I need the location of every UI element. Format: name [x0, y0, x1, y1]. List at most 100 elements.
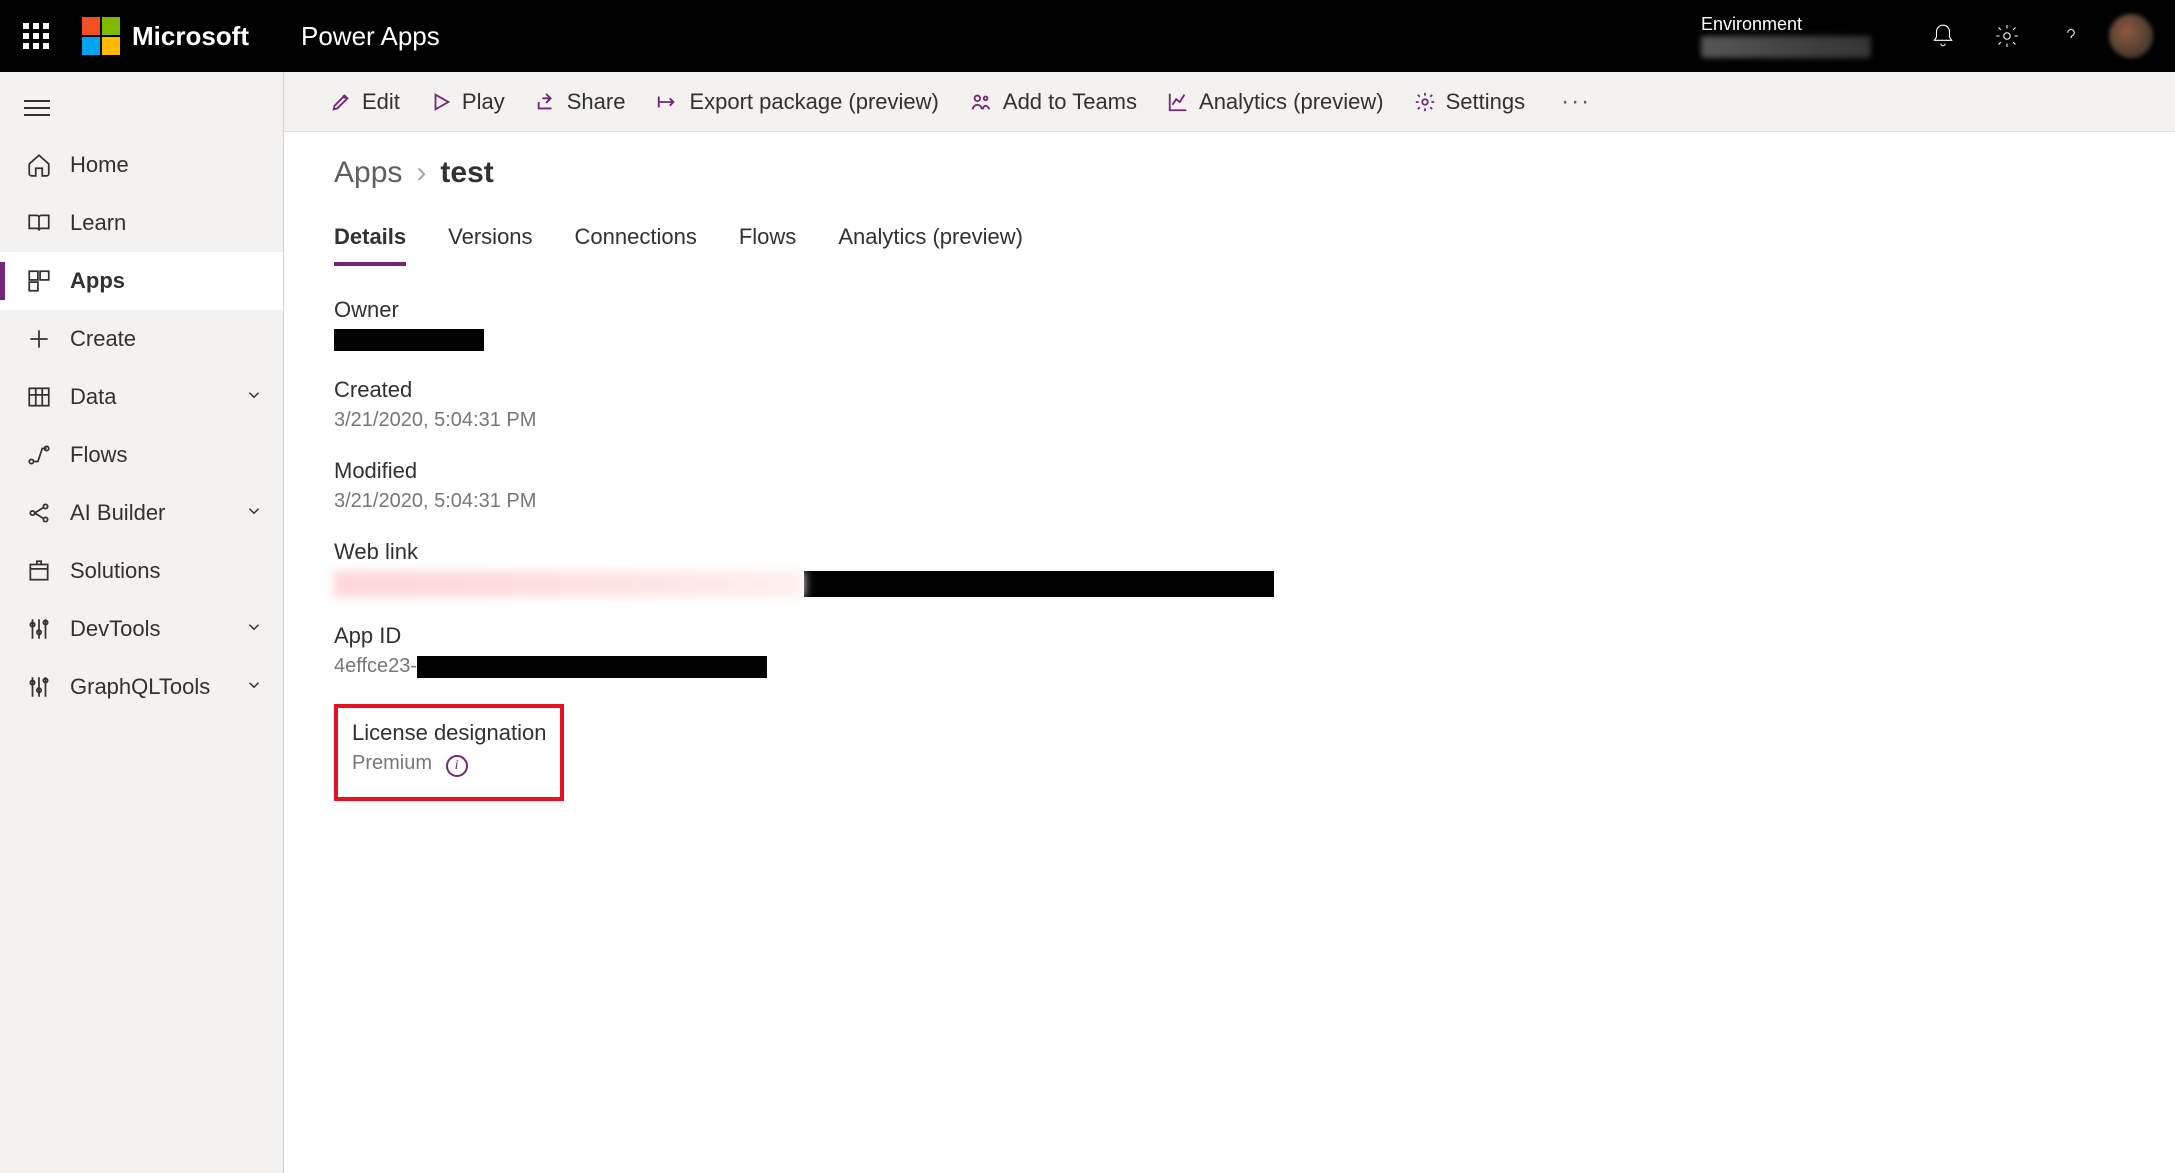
sidebar-item-solutions[interactable]: Solutions [0, 542, 283, 600]
breadcrumb-current: test [440, 156, 493, 190]
sliders-icon [26, 616, 52, 642]
tab-details[interactable]: Details [334, 224, 406, 266]
hamburger-icon [24, 100, 50, 116]
sidebar-item-devtools[interactable]: DevTools [0, 600, 283, 658]
appid-label: App ID [334, 623, 1334, 649]
sidebar-item-label: Home [70, 152, 129, 178]
top-bar: Microsoft Power Apps Environment [0, 0, 2175, 72]
gear-icon [1994, 23, 2020, 49]
gear-icon [1414, 91, 1436, 113]
export-icon [655, 91, 679, 113]
waffle-icon [23, 23, 49, 49]
cmd-label: Export package (preview) [689, 89, 938, 115]
appid-value: 4effce23- [334, 655, 1334, 678]
sidebar-item-ai-builder[interactable]: AI Builder [0, 484, 283, 542]
chevron-down-icon [245, 384, 263, 410]
tab-connections[interactable]: Connections [575, 224, 697, 266]
book-icon [26, 210, 52, 236]
chevron-right-icon: › [416, 156, 426, 190]
sidebar-item-label: DevTools [70, 616, 160, 642]
help-button[interactable] [2039, 4, 2103, 68]
chevron-down-icon [245, 500, 263, 526]
sidebar-item-label: Flows [70, 442, 127, 468]
flow-icon [26, 442, 52, 468]
chart-icon [1167, 91, 1189, 113]
sidebar-item-label: GraphQLTools [70, 674, 210, 700]
owner-label: Owner [334, 297, 1334, 323]
weblink-label: Web link [334, 539, 1334, 565]
sidebar-item-create[interactable]: Create [0, 310, 283, 368]
microsoft-logo: Microsoft [72, 17, 249, 55]
settings-gear-button[interactable] [1975, 4, 2039, 68]
teams-icon [969, 91, 993, 113]
home-icon [26, 152, 52, 178]
sidebar-collapse-button[interactable] [0, 80, 283, 136]
sidebar-item-label: Create [70, 326, 136, 352]
play-button[interactable]: Play [430, 89, 505, 115]
weblink-value-blurred [334, 571, 804, 597]
export-package-button[interactable]: Export package (preview) [655, 89, 938, 115]
plus-icon [26, 326, 52, 352]
modified-value: 3/21/2020, 5:04:31 PM [334, 490, 1334, 513]
apps-icon [26, 268, 52, 294]
cmd-label: Share [567, 89, 626, 115]
sidebar-item-home[interactable]: Home [0, 136, 283, 194]
settings-button[interactable]: Settings [1414, 89, 1526, 115]
sidebar-item-label: Apps [70, 268, 125, 294]
microsoft-logo-icon [82, 17, 120, 55]
license-label: License designation [352, 720, 546, 746]
cmd-label: Play [462, 89, 505, 115]
globe-icon [1659, 22, 1687, 50]
ai-icon [26, 500, 52, 526]
cmd-label: Settings [1446, 89, 1526, 115]
app-launcher-button[interactable] [0, 0, 72, 72]
tab-flows[interactable]: Flows [739, 224, 796, 266]
license-value-row: Premium i [352, 752, 546, 777]
package-icon [26, 558, 52, 584]
brand-text: Microsoft [132, 21, 249, 52]
add-to-teams-button[interactable]: Add to Teams [969, 89, 1137, 115]
cmd-label: Edit [362, 89, 400, 115]
details-panel: Owner Created 3/21/2020, 5:04:31 PM Modi… [334, 297, 1334, 801]
sidebar-item-graphqltools[interactable]: GraphQLTools [0, 658, 283, 716]
appid-value-redacted [417, 656, 767, 678]
sidebar-item-label: Learn [70, 210, 126, 236]
app-title: Power Apps [301, 21, 440, 52]
tab-bar: Details Versions Connections Flows Analy… [334, 224, 2125, 267]
sidebar-item-data[interactable]: Data [0, 368, 283, 426]
edit-button[interactable]: Edit [330, 89, 400, 115]
weblink-value-redacted [804, 571, 1274, 597]
user-avatar[interactable] [2109, 14, 2153, 58]
breadcrumb: Apps › test [334, 156, 2125, 190]
breadcrumb-root[interactable]: Apps [334, 156, 402, 190]
sliders-icon [26, 674, 52, 700]
owner-value-redacted [334, 329, 484, 351]
tab-analytics[interactable]: Analytics (preview) [838, 224, 1023, 266]
chevron-down-icon [245, 616, 263, 642]
analytics-button[interactable]: Analytics (preview) [1167, 89, 1384, 115]
sidebar-item-label: Solutions [70, 558, 161, 584]
pencil-icon [330, 91, 352, 113]
info-icon[interactable]: i [446, 755, 468, 777]
play-icon [430, 91, 452, 113]
environment-picker[interactable]: Environment [1659, 14, 1871, 58]
sidebar-item-label: AI Builder [70, 500, 165, 526]
tab-versions[interactable]: Versions [448, 224, 532, 266]
sidebar-item-learn[interactable]: Learn [0, 194, 283, 252]
share-icon [535, 91, 557, 113]
help-icon [2058, 23, 2084, 49]
environment-label: Environment [1701, 14, 1871, 36]
sidebar-item-apps[interactable]: Apps [0, 252, 283, 310]
share-button[interactable]: Share [535, 89, 626, 115]
more-commands-button[interactable]: ··· [1561, 88, 1591, 116]
content-area: Edit Play Share Export package (preview)… [284, 72, 2175, 1173]
table-icon [26, 384, 52, 410]
license-value: Premium [352, 752, 432, 774]
notifications-button[interactable] [1911, 4, 1975, 68]
sidebar-item-label: Data [70, 384, 116, 410]
environment-name-redacted [1701, 36, 1871, 58]
appid-prefix: 4effce23- [334, 655, 417, 677]
created-value: 3/21/2020, 5:04:31 PM [334, 409, 1334, 432]
sidebar-item-flows[interactable]: Flows [0, 426, 283, 484]
created-label: Created [334, 377, 1334, 403]
